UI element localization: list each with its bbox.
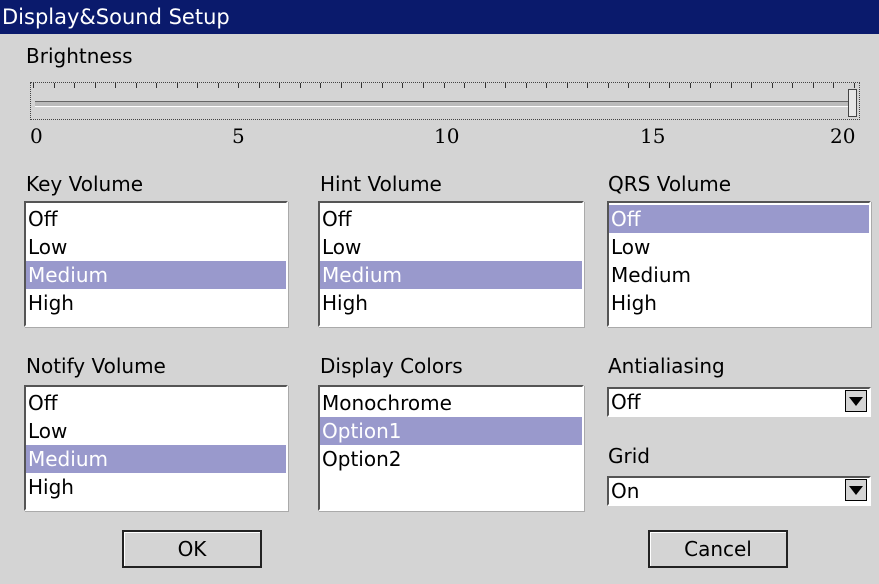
key-volume-list[interactable]: Off Low Medium High bbox=[24, 201, 288, 327]
slider-tick bbox=[669, 83, 670, 88]
chevron-down-icon[interactable] bbox=[845, 390, 867, 412]
slider-ticks bbox=[33, 83, 855, 89]
slider-tick bbox=[731, 83, 732, 88]
antialiasing-value: Off bbox=[611, 390, 641, 414]
list-item[interactable]: Low bbox=[26, 417, 286, 445]
list-item[interactable]: High bbox=[609, 289, 869, 317]
antialiasing-label: Antialiasing bbox=[608, 354, 725, 378]
brightness-slider[interactable] bbox=[30, 82, 860, 120]
list-item[interactable]: Low bbox=[26, 233, 286, 261]
slider-tick bbox=[320, 83, 321, 88]
qrs-volume-label: QRS Volume bbox=[608, 172, 732, 196]
list-item[interactable]: Low bbox=[609, 233, 869, 261]
list-item[interactable]: Option1 bbox=[320, 417, 582, 445]
scale-label-20: 20 bbox=[830, 124, 856, 148]
scale-label-10: 10 bbox=[434, 124, 460, 148]
notify-volume-list[interactable]: Off Low Medium High bbox=[24, 385, 288, 511]
window-title: Display&Sound Setup bbox=[0, 0, 879, 34]
chevron-down-icon[interactable] bbox=[845, 479, 867, 501]
list-item[interactable]: Medium bbox=[26, 261, 286, 289]
slider-tick bbox=[402, 83, 403, 88]
slider-tick bbox=[115, 83, 116, 88]
slider-tick bbox=[608, 83, 609, 88]
slider-tick bbox=[156, 83, 157, 88]
antialiasing-select[interactable]: Off bbox=[607, 387, 871, 417]
slider-tick bbox=[546, 83, 547, 88]
list-item[interactable]: Medium bbox=[609, 261, 869, 289]
slider-tick bbox=[300, 83, 301, 88]
slider-tick bbox=[95, 83, 96, 88]
list-item[interactable]: Low bbox=[320, 233, 582, 261]
list-item[interactable]: Option2 bbox=[320, 445, 582, 473]
notify-volume-label: Notify Volume bbox=[26, 354, 166, 378]
slider-tick bbox=[505, 83, 506, 88]
slider-tick bbox=[710, 83, 711, 88]
list-item[interactable]: Medium bbox=[320, 261, 582, 289]
scale-label-15: 15 bbox=[640, 124, 666, 148]
slider-tick bbox=[526, 83, 527, 88]
slider-tick bbox=[792, 83, 793, 88]
slider-tick bbox=[74, 83, 75, 88]
slider-tick bbox=[218, 83, 219, 88]
grid-select[interactable]: On bbox=[607, 476, 871, 506]
slider-tick bbox=[197, 83, 198, 88]
slider-tick bbox=[772, 83, 773, 88]
slider-tick bbox=[423, 83, 424, 88]
hint-volume-label: Hint Volume bbox=[320, 172, 442, 196]
list-item[interactable]: Monochrome bbox=[320, 389, 582, 417]
list-item[interactable]: Medium bbox=[26, 445, 286, 473]
slider-tick bbox=[444, 83, 445, 88]
slider-tick bbox=[690, 83, 691, 88]
scale-label-0: 0 bbox=[30, 124, 43, 148]
display-colors-list[interactable]: Monochrome Option1 Option2 bbox=[318, 385, 584, 511]
list-item[interactable]: Off bbox=[26, 389, 286, 417]
list-item[interactable]: High bbox=[26, 289, 286, 317]
slider-tick bbox=[628, 83, 629, 88]
slider-tick bbox=[485, 83, 486, 88]
slider-tick bbox=[567, 83, 568, 88]
cancel-button[interactable]: Cancel bbox=[648, 530, 788, 568]
slider-tick bbox=[587, 83, 588, 88]
slider-thumb[interactable] bbox=[848, 89, 857, 117]
slider-tick bbox=[751, 83, 752, 88]
slider-tick bbox=[177, 83, 178, 88]
slider-tick bbox=[33, 83, 34, 88]
slider-tick bbox=[382, 83, 383, 88]
display-colors-label: Display Colors bbox=[320, 354, 463, 378]
grid-label: Grid bbox=[608, 444, 650, 468]
list-item[interactable]: Off bbox=[609, 205, 869, 233]
slider-track[interactable] bbox=[35, 101, 849, 107]
slider-tick bbox=[813, 83, 814, 88]
list-item[interactable]: Off bbox=[320, 205, 582, 233]
qrs-volume-list[interactable]: Off Low Medium High bbox=[607, 201, 871, 327]
ok-button[interactable]: OK bbox=[122, 530, 262, 568]
grid-value: On bbox=[611, 479, 640, 503]
slider-tick bbox=[833, 83, 834, 88]
list-item[interactable]: High bbox=[320, 289, 582, 317]
list-item[interactable]: Off bbox=[26, 205, 286, 233]
slider-tick bbox=[464, 83, 465, 88]
slider-tick bbox=[649, 83, 650, 88]
slider-tick bbox=[361, 83, 362, 88]
slider-tick bbox=[136, 83, 137, 88]
brightness-label: Brightness bbox=[26, 44, 133, 68]
slider-tick bbox=[341, 83, 342, 88]
list-item[interactable]: High bbox=[26, 473, 286, 501]
slider-tick bbox=[54, 83, 55, 88]
scale-label-5: 5 bbox=[232, 124, 245, 148]
key-volume-label: Key Volume bbox=[26, 172, 144, 196]
slider-tick bbox=[238, 83, 239, 88]
slider-tick bbox=[854, 83, 855, 88]
slider-tick bbox=[259, 83, 260, 88]
hint-volume-list[interactable]: Off Low Medium High bbox=[318, 201, 584, 327]
slider-tick bbox=[279, 83, 280, 88]
